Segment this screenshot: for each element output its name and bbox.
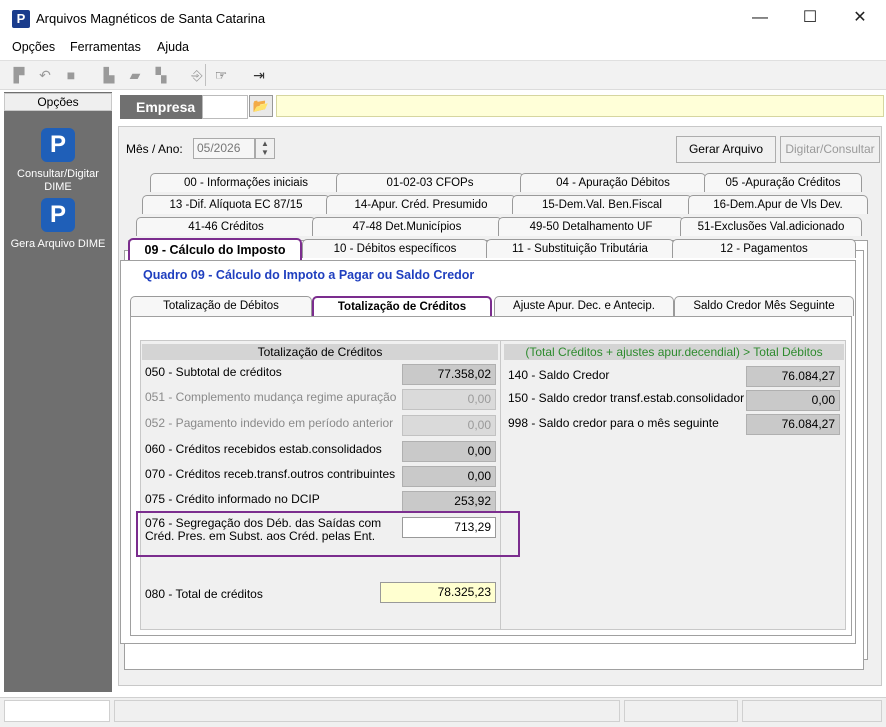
quadro-title: Quadro 09 - Cálculo do Impoto a Pagar ou…: [143, 268, 475, 282]
row-076-label-line1: 076 - Segregação dos Déb. das Saídas com: [145, 516, 382, 530]
empresa-code-input[interactable]: [202, 95, 248, 119]
sidebar-item-gera-arquivo[interactable]: Gera Arquivo DIME: [4, 238, 112, 251]
tab-47-48[interactable]: 47-48 Det.Municípios: [312, 217, 502, 236]
empresa-label: Empresa: [120, 95, 202, 119]
tab-11[interactable]: 11 - Substituição Tributária: [486, 239, 674, 258]
row-076-label-line2: Créd. Pres. em Subst. aos Créd. pelas En…: [145, 529, 376, 543]
gerar-arquivo-button[interactable]: Gerar Arquivo: [676, 136, 776, 163]
document-icon[interactable]: ▙: [100, 66, 118, 84]
row-140-value: 76.084,27: [746, 366, 840, 387]
tab-00[interactable]: 00 - Informações iniciais: [150, 173, 342, 192]
digitar-consultar-button[interactable]: Digitar/Consultar: [780, 136, 880, 163]
folder-open-icon[interactable]: 📂: [249, 95, 273, 117]
row-070-value: 0,00: [402, 466, 496, 487]
empresa-name-field: [276, 95, 884, 117]
tab-16[interactable]: 16-Dem.Apur de Vls Dev.: [688, 195, 868, 214]
row-080-value: 78.325,23: [380, 582, 496, 603]
undo-icon[interactable]: ↶: [36, 66, 54, 84]
gera-arquivo-icon[interactable]: P: [41, 198, 75, 232]
row-075-value: 253,92: [402, 491, 496, 512]
sidebar-header: Opções: [4, 93, 112, 111]
row-052-value: 0,00: [402, 415, 496, 436]
print-icon[interactable]: ▰: [126, 66, 144, 84]
tab-15[interactable]: 15-Dem.Val. Ben.Fiscal: [512, 195, 692, 214]
maximize-button[interactable]: ☐: [790, 6, 830, 30]
status-panel: [624, 700, 738, 722]
status-panel: [114, 700, 620, 722]
status-panel: [742, 700, 882, 722]
row-060-value: 0,00: [402, 441, 496, 462]
window-title: Arquivos Magnéticos de Santa Catarina: [36, 11, 266, 26]
subtab-totalizacao-creditos[interactable]: Totalização de Créditos: [312, 296, 492, 318]
row-050-label: 050 - Subtotal de créditos: [145, 365, 282, 379]
handshake-icon[interactable]: ☞: [212, 66, 230, 84]
tab-13[interactable]: 13 -Dif. Alíquota EC 87/15: [142, 195, 330, 214]
tab-14[interactable]: 14-Apur. Créd. Presumido: [326, 195, 516, 214]
row-150-label: 150 - Saldo credor transf.estab.consolid…: [508, 391, 745, 405]
row-060-label: 060 - Créditos recebidos estab.consolida…: [145, 442, 382, 456]
consultar-dime-icon[interactable]: P: [41, 128, 75, 162]
sidebar-item-consultar[interactable]: Consultar/Digitar DIME: [4, 168, 112, 194]
subtab-saldo-credor[interactable]: Saldo Credor Mês Seguinte: [674, 296, 854, 316]
row-050-value: 77.358,02: [402, 364, 496, 385]
row-075-label: 075 - Crédito informado no DCIP: [145, 492, 320, 506]
section-divider: [500, 340, 501, 630]
row-051-label: 051 - Complemento mudança regime apuraçã…: [145, 390, 397, 404]
minimize-button[interactable]: —: [740, 6, 780, 30]
tab-49-50[interactable]: 49-50 Detalhamento UF: [498, 217, 684, 236]
close-button[interactable]: ✕: [840, 6, 880, 30]
period-spinner[interactable]: ▲ ▼: [255, 138, 275, 159]
period-label: Mês / Ano:: [126, 142, 183, 156]
tab-05[interactable]: 05 -Apuração Créditos: [704, 173, 862, 192]
row-998-label: 998 - Saldo credor para o mês seguinte: [508, 416, 719, 430]
row-076-input[interactable]: 713,29: [402, 517, 496, 538]
row-998-value: 76.084,27: [746, 414, 840, 435]
tab-01-02-03[interactable]: 01-02-03 CFOPs: [336, 173, 524, 192]
status-panel: [4, 700, 110, 722]
tab-41-46[interactable]: 41-46 Créditos: [136, 217, 316, 236]
tab-10[interactable]: 10 - Débitos específicos: [302, 239, 488, 258]
tab-12[interactable]: 12 - Pagamentos: [672, 239, 856, 258]
menu-ajuda[interactable]: Ajuda: [157, 40, 189, 54]
tab-04[interactable]: 04 - Apuração Débitos: [520, 173, 706, 192]
save-icon[interactable]: ▚: [152, 66, 170, 84]
toolbar-divider: [205, 64, 206, 86]
exit-door-icon[interactable]: ⇥: [250, 66, 268, 84]
row-070-label: 070 - Créditos receb.transf.outros contr…: [145, 467, 396, 481]
app-logo-icon: P: [12, 10, 30, 28]
subtab-ajuste-apur[interactable]: Ajuste Apur. Dec. e Antecip.: [494, 296, 674, 316]
row-080-label: 080 - Total de créditos: [145, 587, 263, 601]
right-section-header: (Total Créditos + ajustes apur.decendial…: [504, 344, 844, 360]
stop-icon[interactable]: ■: [62, 66, 80, 84]
tab-51[interactable]: 51-Exclusões Val.adicionado: [680, 217, 862, 236]
new-icon[interactable]: ▛: [10, 66, 28, 84]
menu-opcoes[interactable]: Opções: [12, 40, 55, 54]
left-section-header: Totalização de Créditos: [142, 344, 498, 360]
period-input[interactable]: 05/2026: [193, 138, 255, 159]
tab-09-calculo-imposto[interactable]: 09 - Cálculo do Imposto: [128, 238, 302, 262]
menu-ferramentas[interactable]: Ferramentas: [70, 40, 141, 54]
help-icon[interactable]: ⎆: [188, 66, 206, 84]
row-052-label: 052 - Pagamento indevido em período ante…: [145, 416, 394, 430]
row-051-value: 0,00: [402, 389, 496, 410]
row-140-label: 140 - Saldo Credor: [508, 368, 610, 382]
subtab-totalizacao-debitos[interactable]: Totalização de Débitos: [130, 296, 312, 316]
row-150-value: 0,00: [746, 390, 840, 411]
